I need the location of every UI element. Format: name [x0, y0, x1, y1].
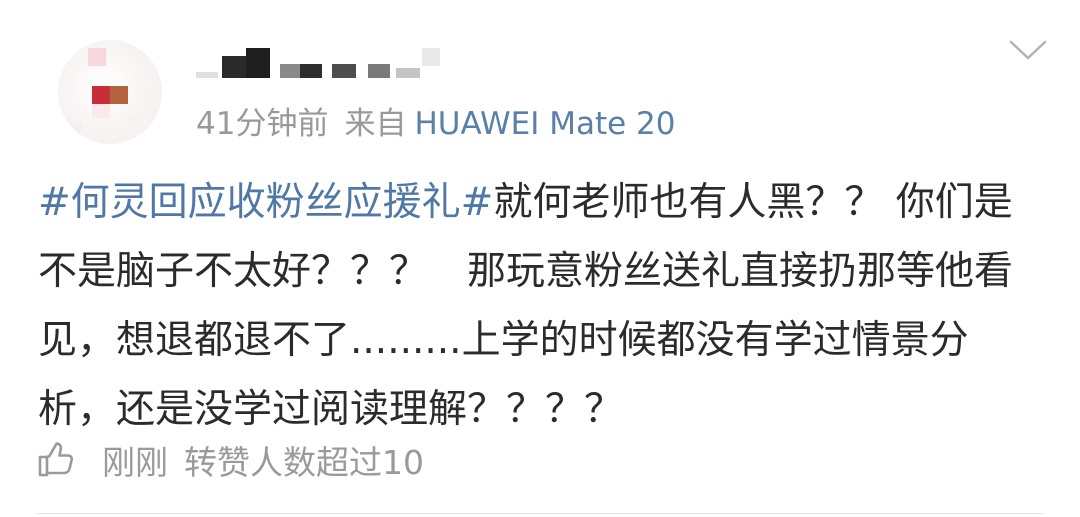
post-text: #何灵回应收粉丝应援礼#就何老师也有人黑？？ 你们是不是脑子不太好？？？ 那玩意… — [38, 168, 1043, 444]
username-redacted[interactable] — [196, 46, 446, 80]
post-meta: 41分钟前 来自 HUAWEI Mate 20 — [196, 104, 675, 144]
source-prefix: 来自 — [344, 106, 407, 142]
thumbs-up-icon[interactable] — [36, 441, 74, 479]
divider — [36, 513, 1044, 514]
chevron-down-icon[interactable] — [1008, 36, 1048, 64]
like-time: 刚刚 — [102, 443, 168, 482]
repost-info: 转赞人数超过10 — [184, 443, 424, 482]
device-link[interactable]: HUAWEI Mate 20 — [414, 106, 675, 142]
hashtag-link[interactable]: #何灵回应收粉丝应援礼# — [38, 180, 493, 225]
like-bar: 刚刚 转赞人数超过10 — [36, 436, 424, 484]
post-time: 41分钟前 — [196, 106, 329, 142]
avatar[interactable] — [58, 40, 162, 144]
